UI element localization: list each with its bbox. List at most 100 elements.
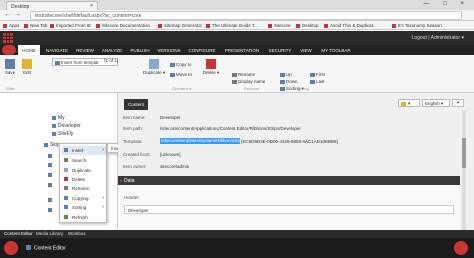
tree-node[interactable]: My — [52, 115, 65, 121]
forward-icon[interactable]: → — [14, 11, 21, 18]
menu-item-copying[interactable]: Copying › — [62, 194, 106, 203]
rename-button[interactable]: Rename — [232, 72, 255, 77]
item-icon — [48, 162, 52, 167]
folder-icon — [52, 115, 56, 120]
insert-counter: (1 of 1) — [104, 58, 119, 63]
display-name-button[interactable]: Display name — [232, 79, 265, 84]
menu-item-rename[interactable]: Rename — [62, 184, 106, 193]
tree-node[interactable] — [48, 182, 54, 188]
header-field-label: Header: — [124, 195, 141, 200]
tree-node[interactable] — [48, 172, 54, 178]
first-button[interactable]: First — [310, 72, 325, 77]
app-tab-workbox[interactable]: Workbox — [68, 231, 86, 236]
bookmark-item[interactable]: It's Taxonomy Season — [392, 23, 442, 28]
copy-icon — [170, 62, 175, 67]
template-link[interactable]: /sitecore/templates/System/Ribbon/Strip — [160, 138, 240, 144]
move-to-button[interactable]: Move to — [170, 72, 192, 77]
menu-item-delete[interactable]: Delete — [62, 175, 106, 184]
tab-review[interactable]: REVIEW — [72, 45, 98, 55]
save-button[interactable]: Save — [3, 59, 17, 75]
duplicate-button[interactable]: Duplicate ▾ — [142, 59, 166, 76]
sitecore-header: Logout | Administrator ▾ — [0, 31, 474, 45]
tab-my-toolbar[interactable]: MY TOOLBAR — [316, 45, 356, 55]
search-icon — [64, 158, 68, 162]
app-tab-media-library[interactable]: Media Library — [36, 231, 63, 236]
up-button[interactable]: Up — [280, 72, 292, 77]
browser-tab[interactable]: Desktop × — [6, 1, 98, 10]
back-icon[interactable]: ← — [4, 11, 11, 18]
bookmark-item[interactable]: Desktop — [296, 23, 319, 28]
content-tab[interactable]: Content — [124, 99, 148, 110]
apps-icon — [3, 23, 7, 28]
menu-item-insert[interactable]: Insert › — [62, 146, 106, 155]
menu-orb-icon[interactable] — [2, 45, 16, 55]
tab-close-icon[interactable]: × — [90, 3, 93, 9]
tree-node[interactable] — [48, 207, 54, 213]
group-label-operations: Operations — [172, 86, 192, 91]
folder-icon — [52, 131, 56, 136]
submenu-arrow-icon: › — [102, 195, 104, 201]
last-icon — [310, 79, 315, 84]
delete-icon — [206, 59, 216, 69]
tree-node[interactable] — [48, 153, 54, 159]
tab-view[interactable]: VIEW — [296, 45, 316, 55]
tab-home[interactable]: HOME — [18, 45, 40, 55]
tab-publish[interactable]: PUBLISH — [126, 45, 154, 55]
bookmark-item[interactable]: Apps — [3, 23, 19, 28]
menu-item-sorting[interactable]: Sorting › — [62, 203, 106, 212]
tray-icon[interactable] — [454, 241, 468, 255]
item-owner-label: Item owner: — [123, 164, 147, 169]
item-icon — [48, 197, 52, 202]
tab-configure[interactable]: CONFIGURE — [184, 45, 220, 55]
copy-to-button[interactable]: Copy to — [170, 62, 192, 67]
menu-item-search[interactable]: Search — [62, 156, 106, 165]
header-field-input[interactable]: Developer — [124, 205, 454, 214]
content-scrollbar[interactable] — [462, 110, 466, 230]
app-tab-content-editor[interactable]: Content Editor — [4, 231, 33, 236]
tab-navigate[interactable]: NAVIGATE — [42, 45, 72, 55]
tab-presentation[interactable]: PRESENTATION — [220, 45, 264, 55]
tab-analyze[interactable]: ANALYZE — [98, 45, 126, 55]
tree-node[interactable]: Developer — [52, 123, 81, 129]
tree-node[interactable] — [48, 197, 54, 203]
template-icon — [55, 60, 60, 65]
ribbon-tabs: HOME NAVIGATE REVIEW ANALYZE PUBLISH VER… — [0, 45, 474, 55]
sitecore-logo-icon[interactable] — [3, 33, 13, 43]
bookmark-item[interactable]: Sitecore Documentation — [96, 23, 150, 28]
window-controls[interactable]: — □ × — [424, 1, 470, 7]
menu-item-refresh[interactable]: Refresh — [62, 213, 106, 222]
tree-node[interactable]: SiteFly — [52, 131, 73, 137]
taskbar-item-content-editor[interactable]: Content Editor — [26, 243, 86, 253]
submenu-arrow-icon: › — [102, 204, 104, 210]
delete-button[interactable]: Delete ▾ — [202, 59, 220, 76]
edit-button[interactable]: Edit — [20, 59, 34, 75]
tab-security[interactable]: SECURITY — [264, 45, 296, 55]
bookmark-item[interactable]: Sitecore — [268, 23, 291, 28]
navigation-dropdown[interactable]: ▾ — [452, 99, 464, 107]
last-button[interactable]: Last — [310, 79, 325, 84]
collapse-arrow-icon[interactable]: ▸ — [120, 178, 123, 184]
bookmark-item[interactable]: The Ultimate Guide T... — [206, 23, 258, 28]
save-icon — [5, 59, 15, 69]
move-icon — [170, 72, 175, 77]
user-menu[interactable]: Logout | Administrator ▾ — [412, 35, 464, 41]
bookmark-item[interactable]: Imported From IE — [50, 23, 91, 28]
item-icon — [48, 182, 52, 187]
language-selector[interactable]: English ▾ — [422, 99, 450, 107]
url-input[interactable]: test/sitecore/shell/default.aspx?sc_cont… — [30, 11, 462, 20]
content-scrollbar-thumb[interactable] — [462, 138, 466, 168]
folder-dropdown-button[interactable]: ▾ — [398, 99, 420, 107]
created-from-label: Created from: — [123, 152, 151, 157]
bookmark-item[interactable]: Avoid Thin & Duplicat... — [324, 23, 377, 28]
bookmark-item[interactable]: New Tab — [24, 23, 47, 28]
arrow-down-icon — [280, 79, 285, 84]
down-button[interactable]: Down — [280, 79, 298, 84]
submenu-arrow-icon: › — [102, 147, 104, 153]
folder-icon — [401, 101, 406, 106]
start-menu-icon[interactable] — [4, 241, 18, 255]
tree-node[interactable] — [48, 162, 54, 168]
tab-versions[interactable]: VERSIONS — [154, 45, 184, 55]
menu-item-duplicate[interactable]: Duplicate — [62, 166, 106, 175]
bookmark-item[interactable]: Sitemap Generator — [158, 23, 202, 28]
data-section-header[interactable]: Data — [118, 176, 460, 185]
